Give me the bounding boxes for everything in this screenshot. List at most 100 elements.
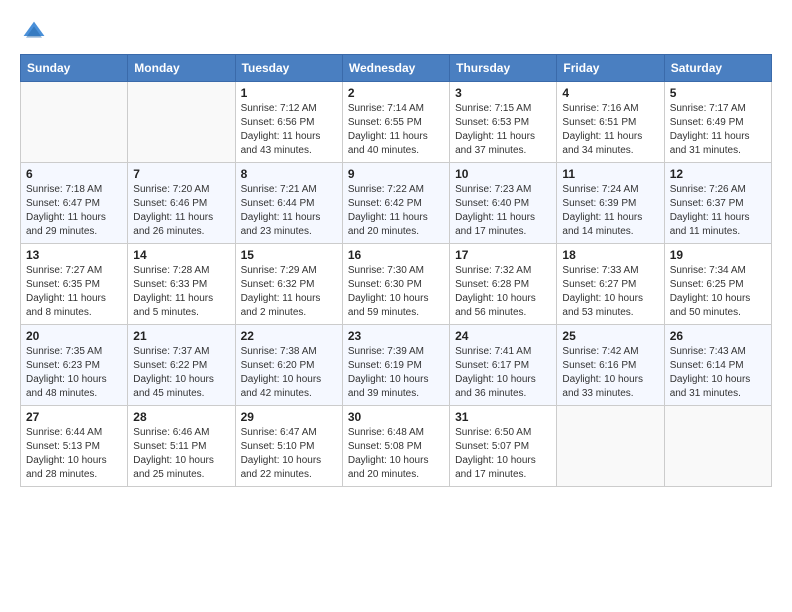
day-number: 8 [241, 167, 337, 181]
calendar-cell [21, 82, 128, 163]
day-number: 18 [562, 248, 658, 262]
calendar-table: SundayMondayTuesdayWednesdayThursdayFrid… [20, 54, 772, 487]
day-info: Sunrise: 7:14 AMSunset: 6:55 PMDaylight:… [348, 102, 444, 158]
day-info: Sunrise: 6:50 AMSunset: 5:07 PMDaylight:… [455, 426, 551, 482]
weekday-header-wednesday: Wednesday [342, 55, 449, 82]
day-info: Sunrise: 7:33 AMSunset: 6:27 PMDaylight:… [562, 264, 658, 320]
day-info: Sunrise: 7:38 AMSunset: 6:20 PMDaylight:… [241, 345, 337, 401]
day-number: 25 [562, 329, 658, 343]
weekday-header-monday: Monday [128, 55, 235, 82]
day-info: Sunrise: 7:22 AMSunset: 6:42 PMDaylight:… [348, 183, 444, 239]
day-number: 26 [670, 329, 766, 343]
calendar-week-2: 6Sunrise: 7:18 AMSunset: 6:47 PMDaylight… [21, 163, 772, 244]
calendar-cell: 16Sunrise: 7:30 AMSunset: 6:30 PMDayligh… [342, 244, 449, 325]
day-info: Sunrise: 7:29 AMSunset: 6:32 PMDaylight:… [241, 264, 337, 320]
calendar-week-1: 1 Sunrise: 7:12 AMSunset: 6:56 PMDaylight… [21, 82, 772, 163]
calendar-cell: 13 Sunrise: 7:27 AMSunset: 6:35 PMDayligh… [21, 244, 128, 325]
calendar-cell: 3 Sunrise: 7:15 AMSunset: 6:53 PMDaylight… [450, 82, 557, 163]
calendar-cell: 27 Sunrise: 6:44 AMSunset: 5:13 PMDayligh… [21, 406, 128, 487]
calendar-week-4: 20 Sunrise: 7:35 AMSunset: 6:23 PMDayligh… [21, 325, 772, 406]
calendar-cell: 19Sunrise: 7:34 AMSunset: 6:25 PMDayligh… [664, 244, 771, 325]
day-number: 4 [562, 86, 658, 100]
calendar-cell: 12Sunrise: 7:26 AMSunset: 6:37 PMDayligh… [664, 163, 771, 244]
day-info: Sunrise: 7:35 AMSunset: 6:23 PMDaylight:… [26, 345, 122, 401]
day-number: 9 [348, 167, 444, 181]
day-info: Sunrise: 7:42 AMSunset: 6:16 PMDaylight:… [562, 345, 658, 401]
day-info: Sunrise: 7:15 AMSunset: 6:53 PMDaylight:… [455, 102, 551, 158]
calendar-cell: 1 Sunrise: 7:12 AMSunset: 6:56 PMDaylight… [235, 82, 342, 163]
day-info: Sunrise: 7:43 AMSunset: 6:14 PMDaylight:… [670, 345, 766, 401]
calendar-cell: 4 Sunrise: 7:16 AMSunset: 6:51 PMDaylight… [557, 82, 664, 163]
calendar-cell: 9 Sunrise: 7:22 AMSunset: 6:42 PMDaylight… [342, 163, 449, 244]
day-info: Sunrise: 7:37 AMSunset: 6:22 PMDaylight:… [133, 345, 229, 401]
day-number: 27 [26, 410, 122, 424]
day-number: 2 [348, 86, 444, 100]
day-number: 7 [133, 167, 229, 181]
day-info: Sunrise: 7:28 AMSunset: 6:33 PMDaylight:… [133, 264, 229, 320]
calendar-cell [557, 406, 664, 487]
day-number: 29 [241, 410, 337, 424]
day-info: Sunrise: 7:12 AMSunset: 6:56 PMDaylight:… [241, 102, 337, 158]
weekday-header-saturday: Saturday [664, 55, 771, 82]
day-info: Sunrise: 6:48 AMSunset: 5:08 PMDaylight:… [348, 426, 444, 482]
calendar-cell: 30 Sunrise: 6:48 AMSunset: 5:08 PMDayligh… [342, 406, 449, 487]
calendar-cell: 28 Sunrise: 6:46 AMSunset: 5:11 PMDayligh… [128, 406, 235, 487]
calendar-week-3: 13 Sunrise: 7:27 AMSunset: 6:35 PMDayligh… [21, 244, 772, 325]
day-info: Sunrise: 7:24 AMSunset: 6:39 PMDaylight:… [562, 183, 658, 239]
calendar-cell: 29 Sunrise: 6:47 AMSunset: 5:10 PMDayligh… [235, 406, 342, 487]
calendar-cell: 24 Sunrise: 7:41 AMSunset: 6:17 PMDayligh… [450, 325, 557, 406]
day-info: Sunrise: 7:34 AMSunset: 6:25 PMDaylight:… [670, 264, 766, 320]
day-number: 14 [133, 248, 229, 262]
logo [20, 20, 46, 44]
day-number: 28 [133, 410, 229, 424]
calendar-cell: 6Sunrise: 7:18 AMSunset: 6:47 PMDaylight… [21, 163, 128, 244]
day-info: Sunrise: 7:16 AMSunset: 6:51 PMDaylight:… [562, 102, 658, 158]
day-number: 6 [26, 167, 122, 181]
weekday-header-thursday: Thursday [450, 55, 557, 82]
day-number: 17 [455, 248, 551, 262]
calendar-cell: 23 Sunrise: 7:39 AMSunset: 6:19 PMDayligh… [342, 325, 449, 406]
calendar-cell: 2 Sunrise: 7:14 AMSunset: 6:55 PMDaylight… [342, 82, 449, 163]
day-number: 22 [241, 329, 337, 343]
calendar-cell [664, 406, 771, 487]
day-info: Sunrise: 7:27 AMSunset: 6:35 PMDaylight:… [26, 264, 122, 320]
calendar-cell: 25 Sunrise: 7:42 AMSunset: 6:16 PMDayligh… [557, 325, 664, 406]
day-info: Sunrise: 6:46 AMSunset: 5:11 PMDaylight:… [133, 426, 229, 482]
page-header [20, 20, 772, 44]
day-info: Sunrise: 7:32 AMSunset: 6:28 PMDaylight:… [455, 264, 551, 320]
day-info: Sunrise: 6:47 AMSunset: 5:10 PMDaylight:… [241, 426, 337, 482]
weekday-header-sunday: Sunday [21, 55, 128, 82]
day-number: 24 [455, 329, 551, 343]
weekday-header-tuesday: Tuesday [235, 55, 342, 82]
calendar-cell [128, 82, 235, 163]
calendar-cell: 18 Sunrise: 7:33 AMSunset: 6:27 PMDayligh… [557, 244, 664, 325]
day-info: Sunrise: 7:39 AMSunset: 6:19 PMDaylight:… [348, 345, 444, 401]
calendar-cell: 14 Sunrise: 7:28 AMSunset: 6:33 PMDayligh… [128, 244, 235, 325]
calendar-cell: 8Sunrise: 7:21 AMSunset: 6:44 PMDaylight… [235, 163, 342, 244]
day-number: 5 [670, 86, 766, 100]
calendar-cell: 7 Sunrise: 7:20 AMSunset: 6:46 PMDaylight… [128, 163, 235, 244]
day-number: 23 [348, 329, 444, 343]
calendar-cell: 20 Sunrise: 7:35 AMSunset: 6:23 PMDayligh… [21, 325, 128, 406]
day-number: 10 [455, 167, 551, 181]
day-number: 13 [26, 248, 122, 262]
day-info: Sunrise: 7:41 AMSunset: 6:17 PMDaylight:… [455, 345, 551, 401]
day-number: 21 [133, 329, 229, 343]
day-number: 31 [455, 410, 551, 424]
day-info: Sunrise: 7:30 AMSunset: 6:30 PMDaylight:… [348, 264, 444, 320]
calendar-cell: 26 Sunrise: 7:43 AMSunset: 6:14 PMDayligh… [664, 325, 771, 406]
calendar-cell: 31 Sunrise: 6:50 AMSunset: 5:07 PMDayligh… [450, 406, 557, 487]
day-number: 11 [562, 167, 658, 181]
day-info: Sunrise: 7:20 AMSunset: 6:46 PMDaylight:… [133, 183, 229, 239]
calendar-cell: 10Sunrise: 7:23 AMSunset: 6:40 PMDayligh… [450, 163, 557, 244]
day-number: 3 [455, 86, 551, 100]
day-number: 20 [26, 329, 122, 343]
day-number: 1 [241, 86, 337, 100]
calendar-cell: 22 Sunrise: 7:38 AMSunset: 6:20 PMDayligh… [235, 325, 342, 406]
calendar-cell: 21 Sunrise: 7:37 AMSunset: 6:22 PMDayligh… [128, 325, 235, 406]
day-number: 15 [241, 248, 337, 262]
day-info: Sunrise: 6:44 AMSunset: 5:13 PMDaylight:… [26, 426, 122, 482]
day-number: 30 [348, 410, 444, 424]
day-number: 12 [670, 167, 766, 181]
calendar-cell: 11 Sunrise: 7:24 AMSunset: 6:39 PMDayligh… [557, 163, 664, 244]
